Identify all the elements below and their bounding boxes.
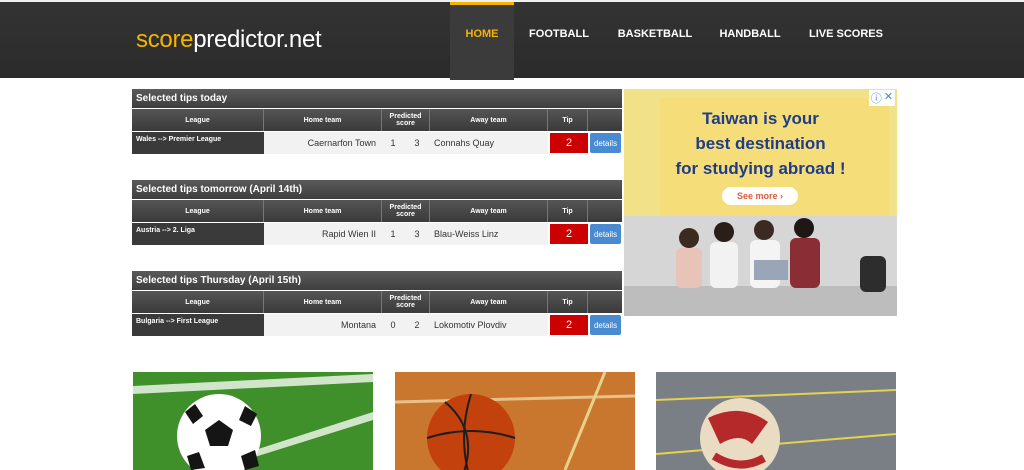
nav-live-scores[interactable]: LIVE SCORES <box>794 2 898 80</box>
header-bar: scorepredictor.net HOME FOOTBALL BASKETB… <box>0 0 1024 80</box>
col-league: League <box>132 109 264 131</box>
col-league: League <box>132 291 264 313</box>
section-title: Selected tips today <box>132 89 622 108</box>
col-details <box>588 200 622 222</box>
col-details <box>588 109 622 131</box>
col-predicted: Predicted score <box>382 291 430 313</box>
section-title: Selected tips Thursday (April 15th) <box>132 271 622 290</box>
info-icon[interactable]: ⓘ <box>871 90 882 106</box>
league-cell: Bulgaria --> First League <box>132 314 264 336</box>
ad-see-more-button[interactable]: See more › <box>722 187 798 205</box>
details-button[interactable]: details <box>590 224 621 244</box>
tip-badge: 2 <box>550 224 588 244</box>
tips-tomorrow-table: Selected tips tomorrow (April 14th) Leag… <box>132 180 622 245</box>
league-cell: Austria --> 2. Liga <box>132 223 264 245</box>
nav-basketball[interactable]: BASKETBALL <box>604 2 706 80</box>
logo-part-predictor: predictor.net <box>193 26 322 53</box>
col-home: Home team <box>264 200 382 222</box>
home-score-cell: 1 <box>382 132 404 154</box>
away-team-cell: Blau-Weiss Linz <box>430 223 548 245</box>
ad-controls: ⓘ ✕ <box>868 90 895 106</box>
table-row: Wales --> Premier League Caernarfon Town… <box>132 132 622 154</box>
col-predicted: Predicted score <box>382 109 430 131</box>
col-away: Away team <box>430 200 548 222</box>
col-tip: Tip <box>548 200 588 222</box>
handball-card[interactable] <box>656 372 896 470</box>
section-title: Selected tips tomorrow (April 14th) <box>132 180 622 199</box>
close-icon[interactable]: ✕ <box>884 90 893 106</box>
away-team-cell: Lokomotiv Plovdiv <box>430 314 548 336</box>
tip-badge: 2 <box>550 315 588 335</box>
basketball-card[interactable] <box>395 372 635 470</box>
league-cell: Wales --> Premier League <box>132 132 264 154</box>
away-score-cell: 3 <box>404 132 430 154</box>
main-nav: HOME FOOTBALL BASKETBALL HANDBALL LIVE S… <box>450 2 898 80</box>
col-away: Away team <box>430 291 548 313</box>
tips-thursday-table: Selected tips Thursday (April 15th) Leag… <box>132 271 622 336</box>
table-header: League Home team Predicted score Away te… <box>132 200 622 222</box>
home-team-cell: Rapid Wien II <box>264 223 382 245</box>
tips-today-table: Selected tips today League Home team Pre… <box>132 89 622 154</box>
home-team-cell: Caernarfon Town <box>264 132 382 154</box>
details-button[interactable]: details <box>590 133 621 153</box>
ad-headline-3: for studying abroad ! <box>675 159 846 178</box>
nav-football[interactable]: FOOTBALL <box>514 2 604 80</box>
handball-icon <box>656 372 896 470</box>
home-team-cell: Montana <box>264 314 382 336</box>
table-row: Bulgaria --> First League Montana 0 2 Lo… <box>132 314 622 336</box>
home-score-cell: 1 <box>382 223 404 245</box>
table-row: Austria --> 2. Liga Rapid Wien II 1 3 Bl… <box>132 223 622 245</box>
table-header: League Home team Predicted score Away te… <box>132 109 622 131</box>
col-predicted: Predicted score <box>382 200 430 222</box>
col-away: Away team <box>430 109 548 131</box>
ad-banner[interactable]: Taiwan is your best destination for stud… <box>624 89 897 316</box>
football-card[interactable] <box>133 372 373 470</box>
away-score-cell: 3 <box>404 223 430 245</box>
ad-headline-1: Taiwan is your <box>702 109 819 128</box>
basketball-icon <box>395 372 635 470</box>
col-details <box>588 291 622 313</box>
col-league: League <box>132 200 264 222</box>
tip-badge: 2 <box>550 133 588 153</box>
col-tip: Tip <box>548 291 588 313</box>
soccer-ball-icon <box>133 372 373 470</box>
details-button[interactable]: details <box>590 315 621 335</box>
ad-headline-2: best destination <box>695 134 826 153</box>
home-score-cell: 0 <box>382 314 404 336</box>
col-home: Home team <box>264 291 382 313</box>
col-home: Home team <box>264 109 382 131</box>
nav-handball[interactable]: HANDBALL <box>706 2 794 80</box>
site-logo[interactable]: scorepredictor.net <box>136 26 322 54</box>
students-illustration <box>624 216 897 316</box>
away-team-cell: Connahs Quay <box>430 132 548 154</box>
table-header: League Home team Predicted score Away te… <box>132 291 622 313</box>
logo-part-score: score <box>136 26 194 53</box>
nav-home[interactable]: HOME <box>450 2 514 80</box>
ad-students-photo <box>624 216 897 316</box>
away-score-cell: 2 <box>404 314 430 336</box>
col-tip: Tip <box>548 109 588 131</box>
